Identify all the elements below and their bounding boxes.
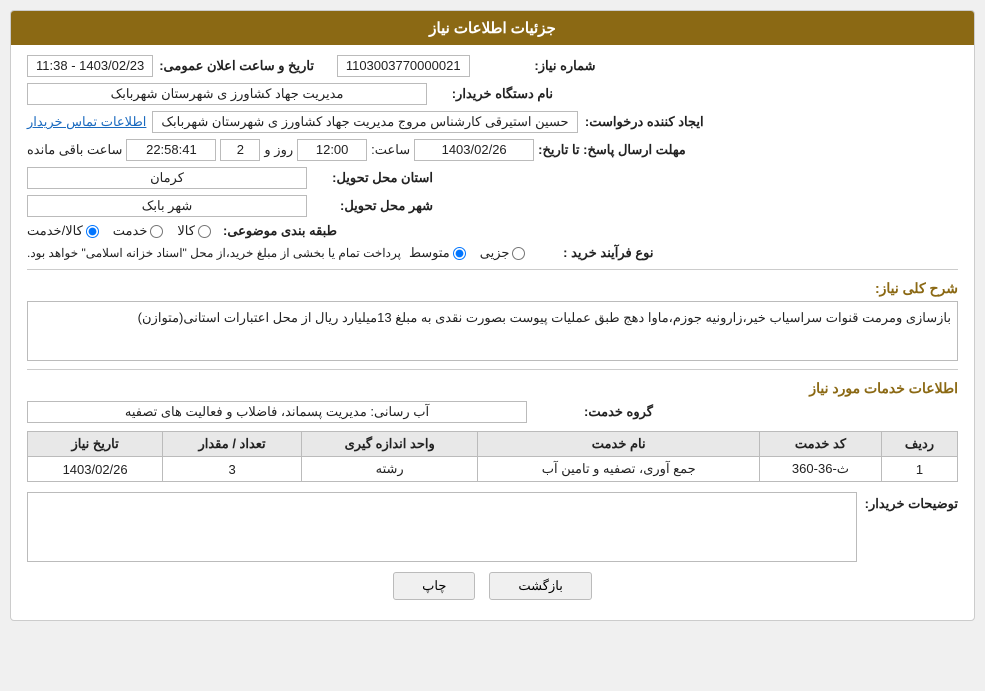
- table-cell-service_code: ث-36-360: [759, 457, 881, 482]
- deadline-time-label: ساعت:: [371, 142, 410, 158]
- category-label: طبقه بندی موضوعی:: [217, 223, 337, 239]
- service-group-label: گروه خدمت:: [533, 404, 653, 420]
- process-motavaset-text: متوسط: [409, 245, 450, 261]
- city-value: شهر بابک: [27, 195, 307, 217]
- buyer-org-value: مدیریت جهاد کشاورز ی شهرستان شهربابک: [27, 83, 427, 105]
- deadline-remaining: 22:58:41: [126, 139, 216, 161]
- category-kala-khedmat-radio[interactable]: [86, 225, 99, 238]
- table-cell-service_name: جمع آوری، تصفیه و تامین آب: [478, 457, 760, 482]
- announcement-date-label: تاریخ و ساعت اعلان عمومی:: [159, 58, 314, 74]
- description-text: بازسازی ومرمت قنوات سراسیاب خیر،زارونیه …: [27, 301, 958, 361]
- category-kala-khedmat-text: کالا/خدمت: [27, 223, 83, 239]
- service-group-value: آب رسانی: مدیریت پسماند، فاضلاب و فعالیت…: [27, 401, 527, 423]
- buyer-notes-label: توضیحات خریدار:: [865, 492, 958, 512]
- need-number-label: شماره نیاز:: [476, 58, 596, 74]
- process-motavaset-radio[interactable]: [453, 247, 466, 260]
- divider-1: [27, 269, 958, 270]
- page-title: جزئیات اطلاعات نیاز: [11, 11, 974, 45]
- table-cell-row_num: 1: [881, 457, 957, 482]
- back-button[interactable]: بازگشت: [489, 572, 591, 600]
- category-kala-khedmat-label[interactable]: کالا/خدمت: [27, 223, 99, 239]
- table-cell-date: 1403/02/26: [28, 457, 163, 482]
- buyer-notes-box: [27, 492, 857, 562]
- table-row: 1ث-36-360جمع آوری، تصفیه و تامین آبرشته3…: [28, 457, 958, 482]
- service-table: ردیف کد خدمت نام خدمت واحد اندازه گیری ت…: [27, 431, 958, 482]
- deadline-days-label: روز و: [264, 142, 293, 158]
- process-jozii-radio[interactable]: [512, 247, 525, 260]
- buyer-org-label: نام دستگاه خریدار:: [433, 86, 553, 102]
- deadline-time: 12:00: [297, 139, 367, 161]
- col-unit: واحد اندازه گیری: [301, 432, 478, 457]
- process-jozii-label[interactable]: جزیی: [480, 245, 526, 261]
- city-label: شهر محل تحویل:: [313, 198, 433, 214]
- announcement-date-value: 1403/02/23 - 11:38: [27, 55, 153, 77]
- category-khedmat-radio[interactable]: [150, 225, 163, 238]
- creator-value: حسین استیرقی کارشناس مروج مدیریت جهاد کش…: [152, 111, 577, 133]
- process-note: پرداخت تمام یا بخشی از مبلغ خرید،از محل …: [27, 246, 401, 260]
- table-cell-quantity: 3: [163, 457, 302, 482]
- deadline-remaining-label: ساعت باقی مانده: [27, 142, 122, 158]
- divider-2: [27, 369, 958, 370]
- category-kala-text: کالا: [177, 223, 195, 239]
- contact-link[interactable]: اطلاعات تماس خریدار: [27, 114, 146, 130]
- services-section-title: اطلاعات خدمات مورد نیاز: [27, 380, 958, 397]
- category-khedmat-text: خدمت: [113, 223, 148, 239]
- deadline-date: 1403/02/26: [414, 139, 534, 161]
- process-type-label: نوع فرآیند خرید :: [533, 245, 653, 261]
- buyer-notes-section: توضیحات خریدار:: [27, 492, 958, 562]
- button-row: بازگشت چاپ: [27, 572, 958, 610]
- col-quantity: تعداد / مقدار: [163, 432, 302, 457]
- province-label: استان محل تحویل:: [313, 170, 433, 186]
- description-section-title: شرح کلی نیاز:: [27, 280, 958, 297]
- deadline-days: 2: [220, 139, 260, 161]
- category-radio-group: کالا خدمت کالا/خدمت: [27, 223, 211, 239]
- col-service-code: کد خدمت: [759, 432, 881, 457]
- table-cell-unit: رشته: [301, 457, 478, 482]
- col-service-name: نام خدمت: [478, 432, 760, 457]
- col-row-num: ردیف: [881, 432, 957, 457]
- creator-label: ایجاد کننده درخواست:: [584, 114, 704, 130]
- province-value: کرمان: [27, 167, 307, 189]
- process-motavaset-label[interactable]: متوسط: [409, 245, 466, 261]
- col-date: تاریخ نیاز: [28, 432, 163, 457]
- category-khedmat-label[interactable]: خدمت: [113, 223, 164, 239]
- process-jozii-text: جزیی: [480, 245, 510, 261]
- print-button[interactable]: چاپ: [393, 572, 475, 600]
- category-kala-radio[interactable]: [198, 225, 211, 238]
- deadline-label: مهلت ارسال پاسخ: تا تاریخ:: [538, 142, 686, 158]
- process-radio-group: جزیی متوسط: [409, 245, 526, 261]
- need-number-value: 1103003770000021: [337, 55, 470, 77]
- category-kala-label[interactable]: کالا: [177, 223, 211, 239]
